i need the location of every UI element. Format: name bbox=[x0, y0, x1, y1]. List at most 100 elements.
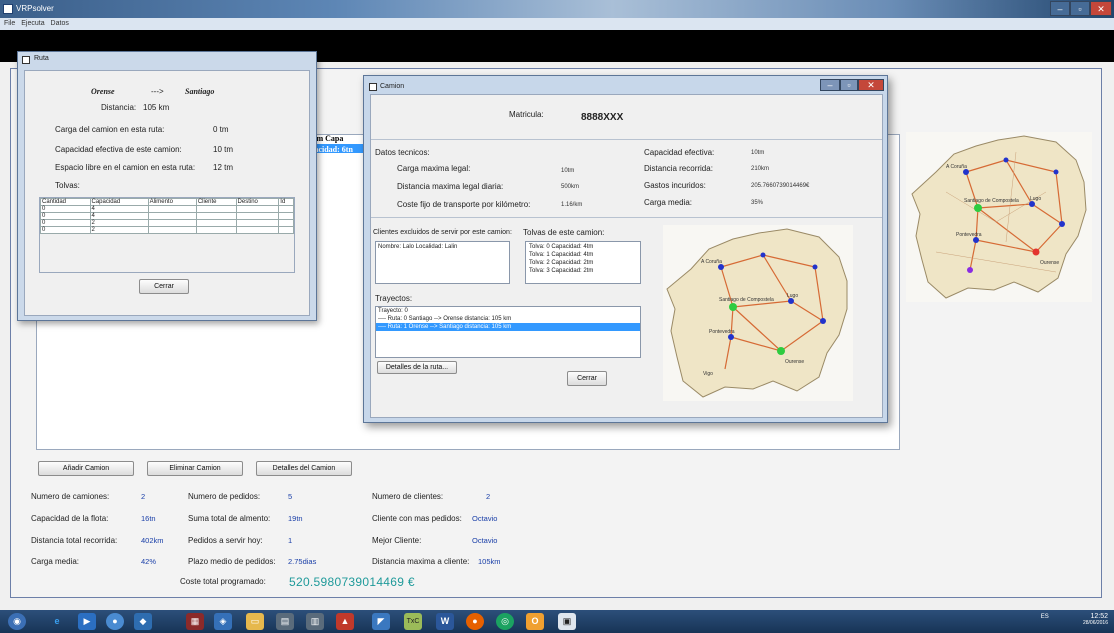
tech-field-value: 10tm bbox=[561, 168, 575, 174]
ie-icon[interactable]: e bbox=[48, 613, 66, 630]
stat-label: Numero de camiones: bbox=[31, 492, 110, 501]
list-item[interactable]: ---- Ruta: 0 Santiago --> Orense distanc… bbox=[376, 315, 640, 323]
app-icon[interactable]: ◆ bbox=[134, 613, 152, 630]
tech-field-value: 205.7660739014469€ bbox=[751, 183, 810, 189]
stat-value: 2 bbox=[141, 492, 146, 501]
add-truck-button[interactable]: Añadir Camion bbox=[38, 461, 134, 476]
route-tolvas-label: Tolvas: bbox=[55, 181, 80, 190]
list-item[interactable]: Tolva: 2 Capacidad: 2tm bbox=[529, 259, 637, 267]
table-cell[interactable]: 0 bbox=[40, 212, 91, 220]
app-icon[interactable]: ▦ bbox=[186, 613, 204, 630]
route-details-button[interactable]: Detalles de la ruta... bbox=[377, 361, 457, 374]
table-cell[interactable] bbox=[147, 219, 197, 227]
route-capacity-label: Capacidad efectiva de este camion: bbox=[55, 145, 182, 154]
table-header: Alimento bbox=[147, 198, 197, 206]
table-cell[interactable] bbox=[195, 219, 237, 227]
stat-value: 2.75dias bbox=[288, 557, 317, 566]
tech-field-label: Distancia maxima legal diaria: bbox=[397, 182, 504, 191]
table-cell[interactable]: 0 bbox=[40, 226, 91, 234]
app-icon[interactable]: O bbox=[526, 613, 544, 630]
menu-file[interactable]: File bbox=[4, 20, 15, 27]
list-item[interactable]: Tolva: 3 Capacidad: 2tm bbox=[529, 267, 637, 275]
map-label: Ourense bbox=[1040, 260, 1059, 266]
menu-datos[interactable]: Datos bbox=[51, 20, 69, 27]
truck-dialog-close[interactable]: ✕ bbox=[858, 79, 884, 91]
table-cell[interactable] bbox=[195, 205, 237, 213]
list-item[interactable]: Nombre: Lalo Localidad: Lalin bbox=[378, 244, 507, 250]
table-cell[interactable]: 4 bbox=[89, 205, 149, 213]
route-distance-label: Distancia: bbox=[101, 103, 137, 112]
table-cell[interactable] bbox=[278, 226, 294, 234]
app-icon[interactable]: ● bbox=[106, 613, 124, 630]
java-app-icon[interactable]: ▣ bbox=[558, 613, 576, 630]
truck-dialog-maximize[interactable]: ▫ bbox=[840, 79, 858, 91]
firefox-icon[interactable]: ● bbox=[466, 613, 484, 630]
table-cell[interactable] bbox=[235, 219, 280, 227]
table-cell[interactable] bbox=[235, 226, 280, 234]
table-cell[interactable] bbox=[235, 205, 280, 213]
media-icon[interactable]: ▶ bbox=[78, 613, 96, 630]
app-icon[interactable]: ▤ bbox=[276, 613, 294, 630]
word-icon[interactable]: W bbox=[436, 613, 454, 630]
tech-data-label: Datos tecnicos: bbox=[375, 148, 430, 157]
table-cell[interactable] bbox=[147, 212, 197, 220]
stat-label: Numero de clientes: bbox=[372, 492, 444, 501]
table-cell[interactable]: 4 bbox=[89, 212, 149, 220]
list-item[interactable]: Tolva: 0 Capacidad: 4tm bbox=[529, 243, 637, 251]
menu-ejecuta[interactable]: Ejecuta bbox=[21, 20, 44, 27]
app-icon[interactable]: ◤ bbox=[372, 613, 390, 630]
chrome-icon[interactable]: ◎ bbox=[496, 613, 514, 630]
total-cost-label: Coste total programado: bbox=[180, 577, 266, 586]
start-icon[interactable]: ◉ bbox=[8, 613, 26, 630]
table-cell[interactable]: 2 bbox=[89, 219, 149, 227]
table-cell[interactable] bbox=[278, 212, 294, 220]
language-indicator[interactable]: ES bbox=[1041, 614, 1049, 620]
table-cell[interactable] bbox=[278, 219, 294, 227]
close-button[interactable]: ✕ bbox=[1090, 1, 1112, 16]
excluded-clients-list[interactable]: Nombre: Lalo Localidad: Lalin bbox=[375, 241, 510, 284]
delete-truck-button[interactable]: Eliminar Camion bbox=[147, 461, 243, 476]
route-arrow: ---> bbox=[151, 87, 164, 96]
tolvas-table-container: Cantidad Capacidad Alimento Cliente Dest… bbox=[39, 197, 295, 273]
stat-label: Distancia total recorrida: bbox=[31, 536, 118, 545]
table-cell[interactable] bbox=[147, 205, 197, 213]
table-cell[interactable] bbox=[147, 226, 197, 234]
table-row[interactable]: 02 bbox=[40, 226, 294, 234]
table-cell[interactable] bbox=[235, 212, 280, 220]
route-free-label: Espacio libre en el camion en esta ruta: bbox=[55, 163, 196, 172]
app-icon[interactable]: ◈ bbox=[214, 613, 232, 630]
route-dialog: Ruta Orense ---> Santiago Distancia: 105… bbox=[17, 51, 317, 321]
stat-value: 1 bbox=[288, 536, 293, 545]
map-label: Lugo bbox=[787, 293, 798, 299]
route-destination: Santiago bbox=[185, 87, 215, 96]
table-cell[interactable] bbox=[195, 226, 237, 234]
pdf-icon[interactable]: ▲ bbox=[336, 613, 354, 630]
table-row[interactable]: 02 bbox=[40, 219, 294, 227]
minimize-button[interactable]: ‒ bbox=[1050, 1, 1070, 16]
truck-tolvas-list[interactable]: Tolva: 0 Capacidad: 4tm Tolva: 1 Capacid… bbox=[525, 241, 641, 284]
plate-label: Matricula: bbox=[509, 110, 544, 119]
truck-close-button[interactable]: Cerrar bbox=[567, 371, 607, 386]
app-icon[interactable]: ▥ bbox=[306, 613, 324, 630]
trayectos-list[interactable]: Trayecto: 0 ---- Ruta: 0 Santiago --> Or… bbox=[375, 306, 641, 358]
folder-icon[interactable]: ▭ bbox=[246, 613, 264, 630]
list-item[interactable]: Trayecto: 0 bbox=[376, 307, 640, 315]
route-close-button[interactable]: Cerrar bbox=[139, 279, 189, 294]
table-cell[interactable]: 0 bbox=[40, 219, 91, 227]
table-cell[interactable]: 0 bbox=[40, 205, 91, 213]
divider bbox=[371, 139, 882, 140]
list-item-selected[interactable]: ---- Ruta: 1 Orense --> Santiago distanc… bbox=[376, 323, 640, 331]
list-item[interactable]: Tolva: 1 Capacidad: 4tm bbox=[529, 251, 637, 259]
table-cell[interactable] bbox=[195, 212, 237, 220]
truck-dialog-minimize[interactable]: ‒ bbox=[820, 79, 840, 91]
table-header: Destino bbox=[235, 198, 280, 206]
table-row[interactable]: 04 bbox=[40, 205, 294, 213]
table-cell[interactable]: 2 bbox=[89, 226, 149, 234]
clock-time[interactable]: 12:52 bbox=[1090, 613, 1108, 620]
maximize-button[interactable]: ▫ bbox=[1070, 1, 1090, 16]
truck-details-button[interactable]: Detalles del Camion bbox=[256, 461, 352, 476]
table-row[interactable]: 04 bbox=[40, 212, 294, 220]
texmaker-icon[interactable]: TxC bbox=[404, 613, 422, 630]
table-cell[interactable] bbox=[278, 205, 294, 213]
total-cost-value: 520.5980739014469 € bbox=[289, 575, 415, 589]
